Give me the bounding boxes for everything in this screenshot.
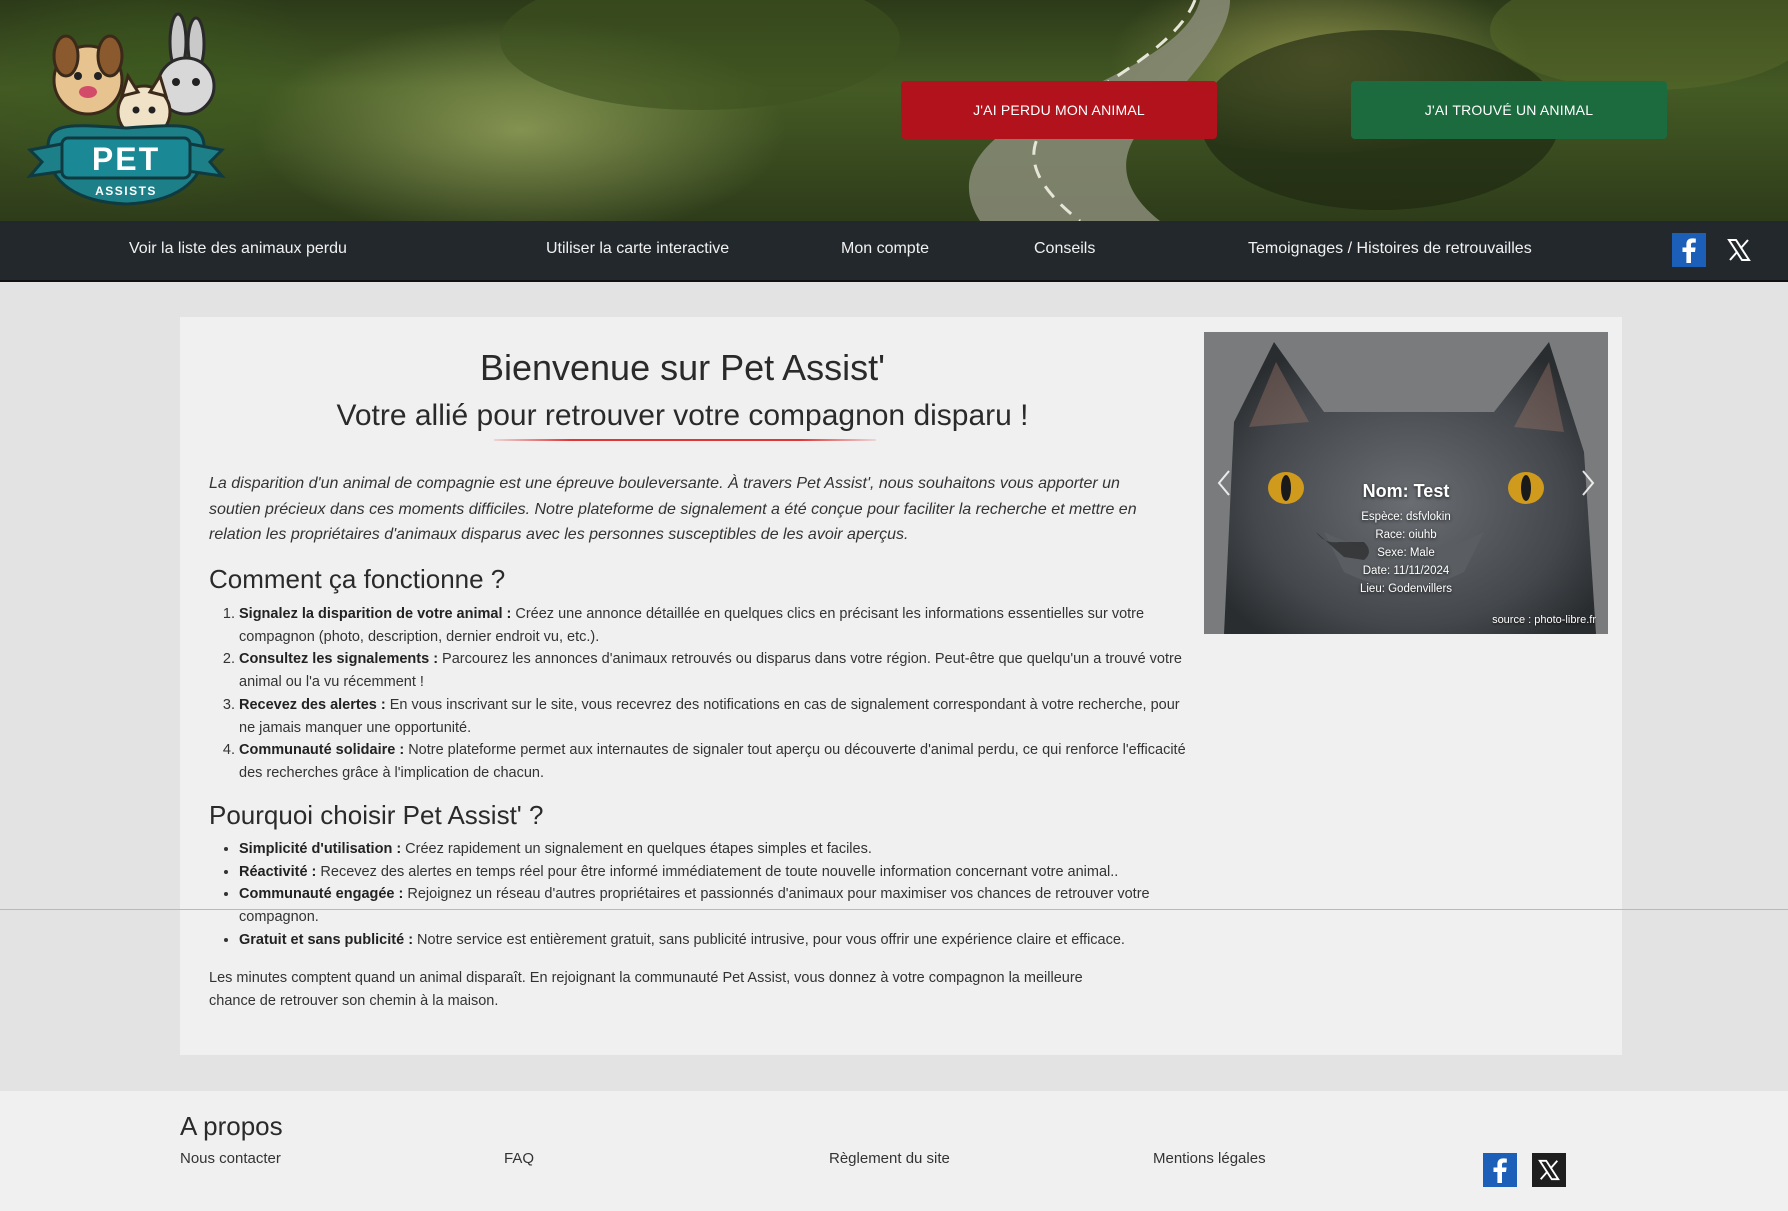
logo-subtext: ASSISTS bbox=[95, 184, 157, 198]
page-title: Bienvenue sur Pet Assist' bbox=[479, 347, 886, 388]
why-choose-heading: Pourquoi choisir Pet Assist' ? bbox=[209, 800, 544, 830]
footer-link-contact[interactable]: Nous contacter bbox=[180, 1150, 281, 1167]
facebook-icon[interactable] bbox=[1483, 1153, 1517, 1187]
footer: A propos Nous contacter FAQ Règlement du… bbox=[0, 1091, 1788, 1211]
x-icon[interactable] bbox=[1532, 1153, 1566, 1187]
closing-paragraph: Les minutes comptent quand un animal dis… bbox=[209, 970, 1083, 1009]
pet-carousel: Nom: Test Espèce: dsfvlokin Race: oiuhb … bbox=[1204, 332, 1608, 634]
nav-item-lost-list[interactable]: Voir la liste des animaux perdu bbox=[129, 221, 347, 280]
pet-place: Lieu: Godenvillers bbox=[1359, 583, 1453, 595]
why-choose-list: Simplicité d'utilisation : Créez rapidem… bbox=[209, 838, 1197, 952]
how-it-works-list: Signalez la disparition de votre animal … bbox=[209, 603, 1197, 785]
main-content-card: Bienvenue sur Pet Assist' Votre allié po… bbox=[180, 317, 1622, 1055]
list-item: Communauté engagée : Rejoignez un réseau… bbox=[239, 883, 1197, 928]
pet-date: Date: 11/11/2024 bbox=[1362, 565, 1450, 577]
list-item: Communauté solidaire : Notre plateforme … bbox=[239, 739, 1197, 784]
subtitle-underline bbox=[494, 439, 876, 441]
pet-caption: Nom: Test Espèce: dsfvlokin Race: oiuhb … bbox=[1204, 481, 1608, 598]
nav-item-interactive-map[interactable]: Utiliser la carte interactive bbox=[546, 221, 729, 280]
lost-pet-button[interactable]: J'AI PERDU MON ANIMAL bbox=[901, 81, 1217, 139]
page-subtitle: Votre allié pour retrouver votre compagn… bbox=[336, 399, 1029, 432]
nav-item-account[interactable]: Mon compte bbox=[841, 221, 929, 280]
list-item: Gratuit et sans publicité : Notre servic… bbox=[239, 929, 1197, 952]
nav-item-testimonials[interactable]: Temoignages / Histoires de retrouvailles bbox=[1248, 221, 1532, 280]
list-item: Simplicité d'utilisation : Créez rapidem… bbox=[239, 838, 1197, 861]
pet-sex: Sexe: Male bbox=[1377, 547, 1435, 559]
footer-link-legal[interactable]: Mentions légales bbox=[1153, 1150, 1266, 1167]
logo-text: PET bbox=[92, 141, 160, 177]
pet-species: Espèce: dsfvlokin bbox=[1361, 511, 1451, 523]
hero-banner: PET ASSISTS J'AI PERDU MON ANIMAL J'AI T… bbox=[0, 0, 1788, 221]
list-item: Consultez les signalements : Parcourez l… bbox=[239, 648, 1197, 693]
x-icon[interactable] bbox=[1722, 233, 1756, 267]
footer-title: A propos bbox=[180, 1111, 283, 1141]
pet-race: Race: oiuhb bbox=[1375, 529, 1437, 541]
photo-source: source : photo-libre.fr bbox=[1492, 614, 1596, 626]
how-it-works-heading: Comment ça fonctionne ? bbox=[209, 564, 506, 594]
footer-link-faq[interactable]: FAQ bbox=[504, 1150, 534, 1167]
pet-assists-logo[interactable]: PET ASSISTS bbox=[26, 12, 226, 208]
list-item: Recevez des alertes : En vous inscrivant… bbox=[239, 694, 1197, 739]
list-item: Réactivité : Recevez des alertes en temp… bbox=[239, 861, 1197, 884]
list-item: Signalez la disparition de votre animal … bbox=[239, 603, 1197, 648]
divider-line bbox=[0, 909, 1788, 910]
nav-item-advice[interactable]: Conseils bbox=[1034, 221, 1095, 280]
footer-link-rules[interactable]: Règlement du site bbox=[829, 1150, 950, 1167]
pet-name: Nom: Test bbox=[1362, 481, 1450, 501]
found-pet-button[interactable]: J'AI TROUVÉ UN ANIMAL bbox=[1351, 81, 1667, 139]
facebook-icon[interactable] bbox=[1672, 233, 1706, 267]
intro-paragraph: La disparition d'un animal de compagnie … bbox=[209, 475, 1137, 543]
main-nav: Voir la liste des animaux perdu Utiliser… bbox=[0, 221, 1788, 282]
